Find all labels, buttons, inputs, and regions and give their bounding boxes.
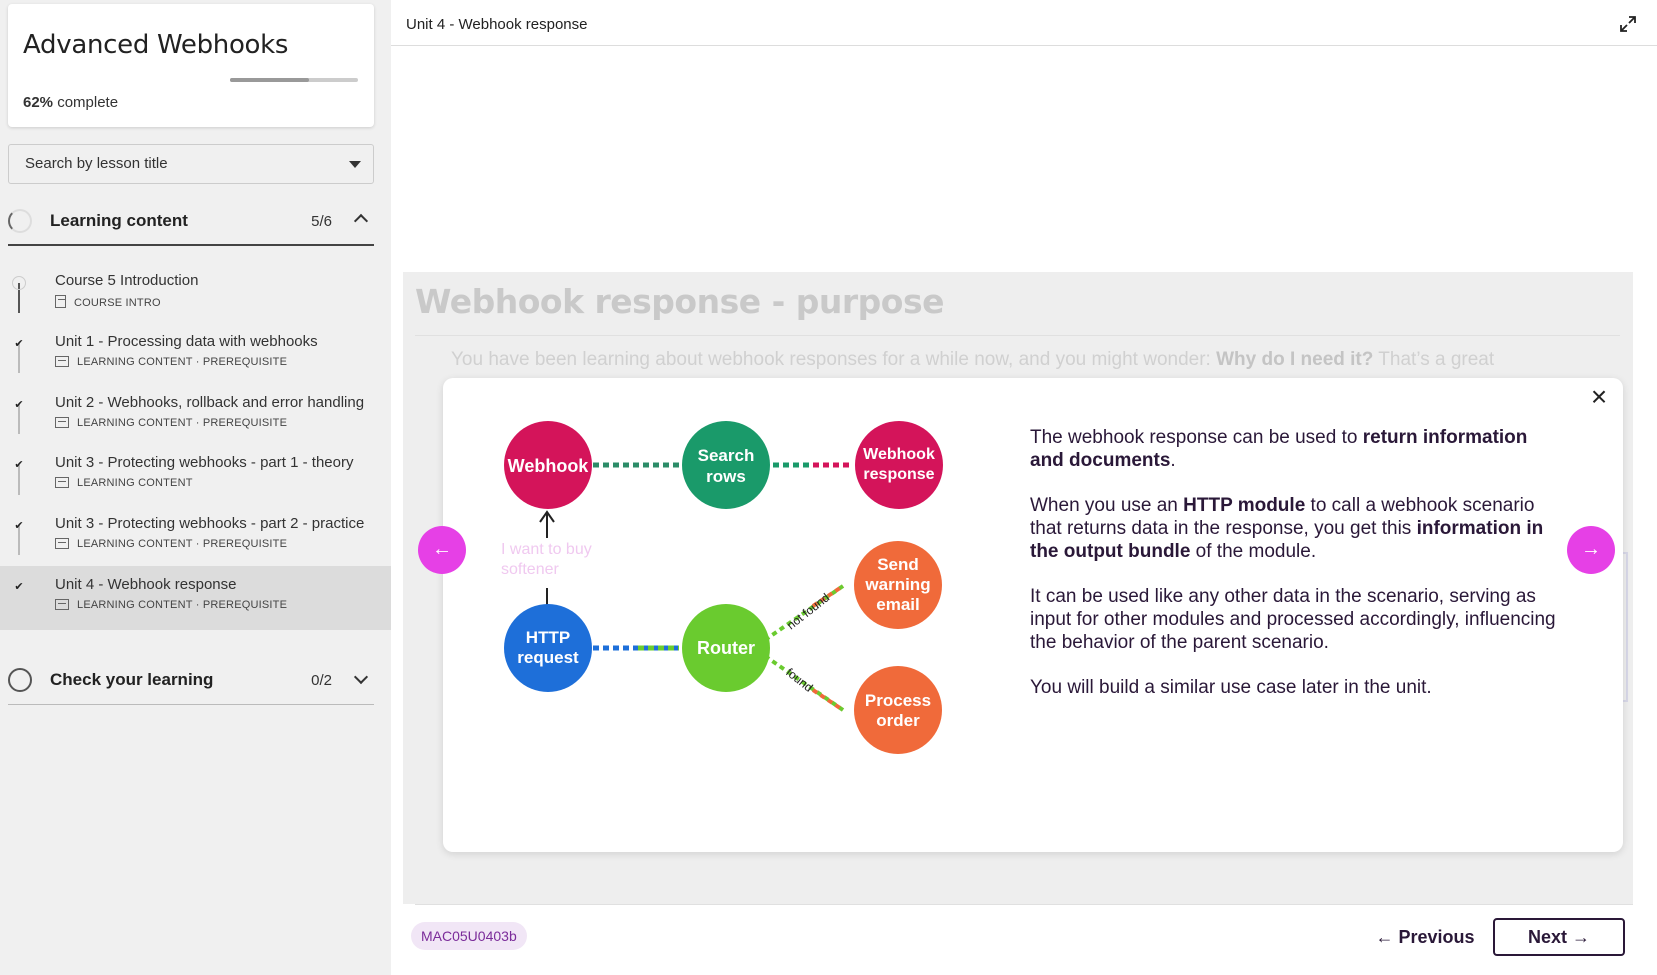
node-webhook-response-label: response [863,466,934,483]
arrow-right-icon[interactable]: → [1567,526,1615,574]
slide-area: Webhook response - purpose You have been… [403,272,1633,904]
check-icon: ✔ [14,520,24,532]
next-button[interactable]: Next → [1493,918,1625,956]
node-http-request-label: HTTP [526,628,570,647]
edge-label-not-found: not found [784,590,832,632]
course-sidebar: Advanced Webhooks 62% complete Search by… [0,0,391,975]
slides-icon [55,417,69,428]
check-icon: ✔ [14,338,24,350]
node-warning-label: email [876,595,919,614]
lesson-title: Unit 1 - Processing data with webhooks [55,333,318,350]
status-circle-icon [12,276,26,290]
node-warning-label: Send [877,555,919,574]
progress-bar-fill [230,78,310,82]
section-title: Learning content [50,211,188,230]
course-card: Advanced Webhooks 62% complete [8,4,374,127]
progress-bar [230,78,358,82]
paragraph: You will build a similar use case later … [1030,677,1432,698]
info-modal: × not found found I want to buy softener… [443,378,1623,852]
caret-down-icon [349,161,361,168]
divider [415,335,1620,336]
node-webhook-response [855,421,943,509]
node-router-label: Router [697,638,755,658]
close-icon[interactable]: × [1587,383,1611,411]
lesson-meta: LEARNING CONTENT [55,477,193,489]
paragraph: The webhook response can be used to retu… [1030,427,1528,471]
node-search-rows-label: rows [706,467,746,486]
edge-label-found: found [783,665,815,695]
lesson-meta: COURSE INTRO [55,295,161,309]
lesson-meta: LEARNING CONTENT · PREREQUISITE [55,356,287,368]
lesson-item-active[interactable]: ✔ Unit 4 - Webhook response LEARNING CON… [0,566,391,630]
chevron-down-icon[interactable] [353,669,369,686]
document-icon [55,295,66,308]
arrow-left-icon[interactable]: ← [418,526,466,574]
progress-ring-icon [8,209,32,233]
modal-description: The webhook response can be used to retu… [1030,426,1560,721]
lesson-code-badge: MAC05U0403b [411,922,527,950]
check-icon: ✔ [14,459,24,471]
node-webhook-response-label: Webhook [863,446,935,463]
lesson-title: Unit 3 - Protecting webhooks - part 2 - … [55,515,365,532]
lesson-item[interactable]: ✔ Unit 2 - Webhooks, rollback and error … [0,384,391,448]
slides-icon [55,356,69,367]
buy-message-line2: softener [501,561,559,578]
lesson-meta: LEARNING CONTENT · PREREQUISITE [55,538,287,550]
scenario-diagram: not found found I want to buy softener W… [501,421,943,754]
progress-value: 62% [23,94,54,111]
section-check-your-learning[interactable]: Check your learning 0/2 [8,655,374,705]
chevron-up-icon[interactable] [353,210,369,230]
paragraph: When you use an HTTP module to call a we… [1030,495,1544,562]
slide-text: You have been learning about webhook res… [451,349,1495,370]
search-label: Search by lesson title [25,155,168,172]
lesson-title: Unit 2 - Webhooks, rollback and error ha… [55,394,365,411]
slide-heading: Webhook response - purpose [415,282,945,321]
lesson-search-select[interactable]: Search by lesson title [8,144,374,184]
lesson-title: Unit 4 - Webhook response [406,16,588,33]
lesson-meta: LEARNING CONTENT · PREREQUISITE [55,599,287,611]
progress-ring-icon [8,668,32,692]
section-learning-content[interactable]: Learning content 5/6 [8,196,374,246]
section-title: Check your learning [50,670,214,689]
slides-icon [55,538,69,549]
expand-icon[interactable] [1619,15,1637,33]
section-count: 0/2 [311,672,332,689]
progress-label: complete [57,94,119,111]
node-http-request-label: request [517,648,579,667]
paragraph: It can be used like any other data in th… [1030,586,1556,653]
lesson-meta: LEARNING CONTENT · PREREQUISITE [55,417,287,429]
node-process-order [854,666,942,754]
lesson-item[interactable]: ✔ Unit 3 - Protecting webhooks - part 2 … [0,505,391,569]
slides-icon [55,599,69,610]
progress-text: 62% complete [23,94,118,111]
lesson-title: Unit 4 - Webhook response [55,576,237,593]
divider [415,904,1633,905]
slides-icon [55,477,69,488]
lesson-item[interactable]: ✔ Unit 3 - Protecting webhooks - part 1 … [0,444,391,508]
lesson-title: Unit 3 - Protecting webhooks - part 1 - … [55,454,354,471]
previous-button[interactable]: ← Previous [1355,918,1495,956]
check-icon: ✔ [14,399,24,411]
lesson-item[interactable]: ✔ Unit 1 - Processing data with webhooks… [0,323,391,387]
lesson-viewer: Unit 4 - Webhook response Webhook respon… [391,0,1657,975]
lesson-item[interactable]: Course 5 Introduction COURSE INTRO [0,262,391,326]
check-icon: ✔ [14,581,24,593]
section-count: 5/6 [311,213,332,230]
node-process-order-label: order [876,711,920,730]
lesson-topbar: Unit 4 - Webhook response [391,0,1657,46]
node-webhook-label: Webhook [508,456,590,476]
course-title: Advanced Webhooks [23,30,289,60]
buy-message-line1: I want to buy [501,541,592,558]
node-warning-label: warning [864,575,930,594]
node-search-rows [682,421,770,509]
node-search-rows-label: Search [698,446,755,465]
lesson-title: Course 5 Introduction [55,272,199,289]
node-process-order-label: Process [865,691,931,710]
